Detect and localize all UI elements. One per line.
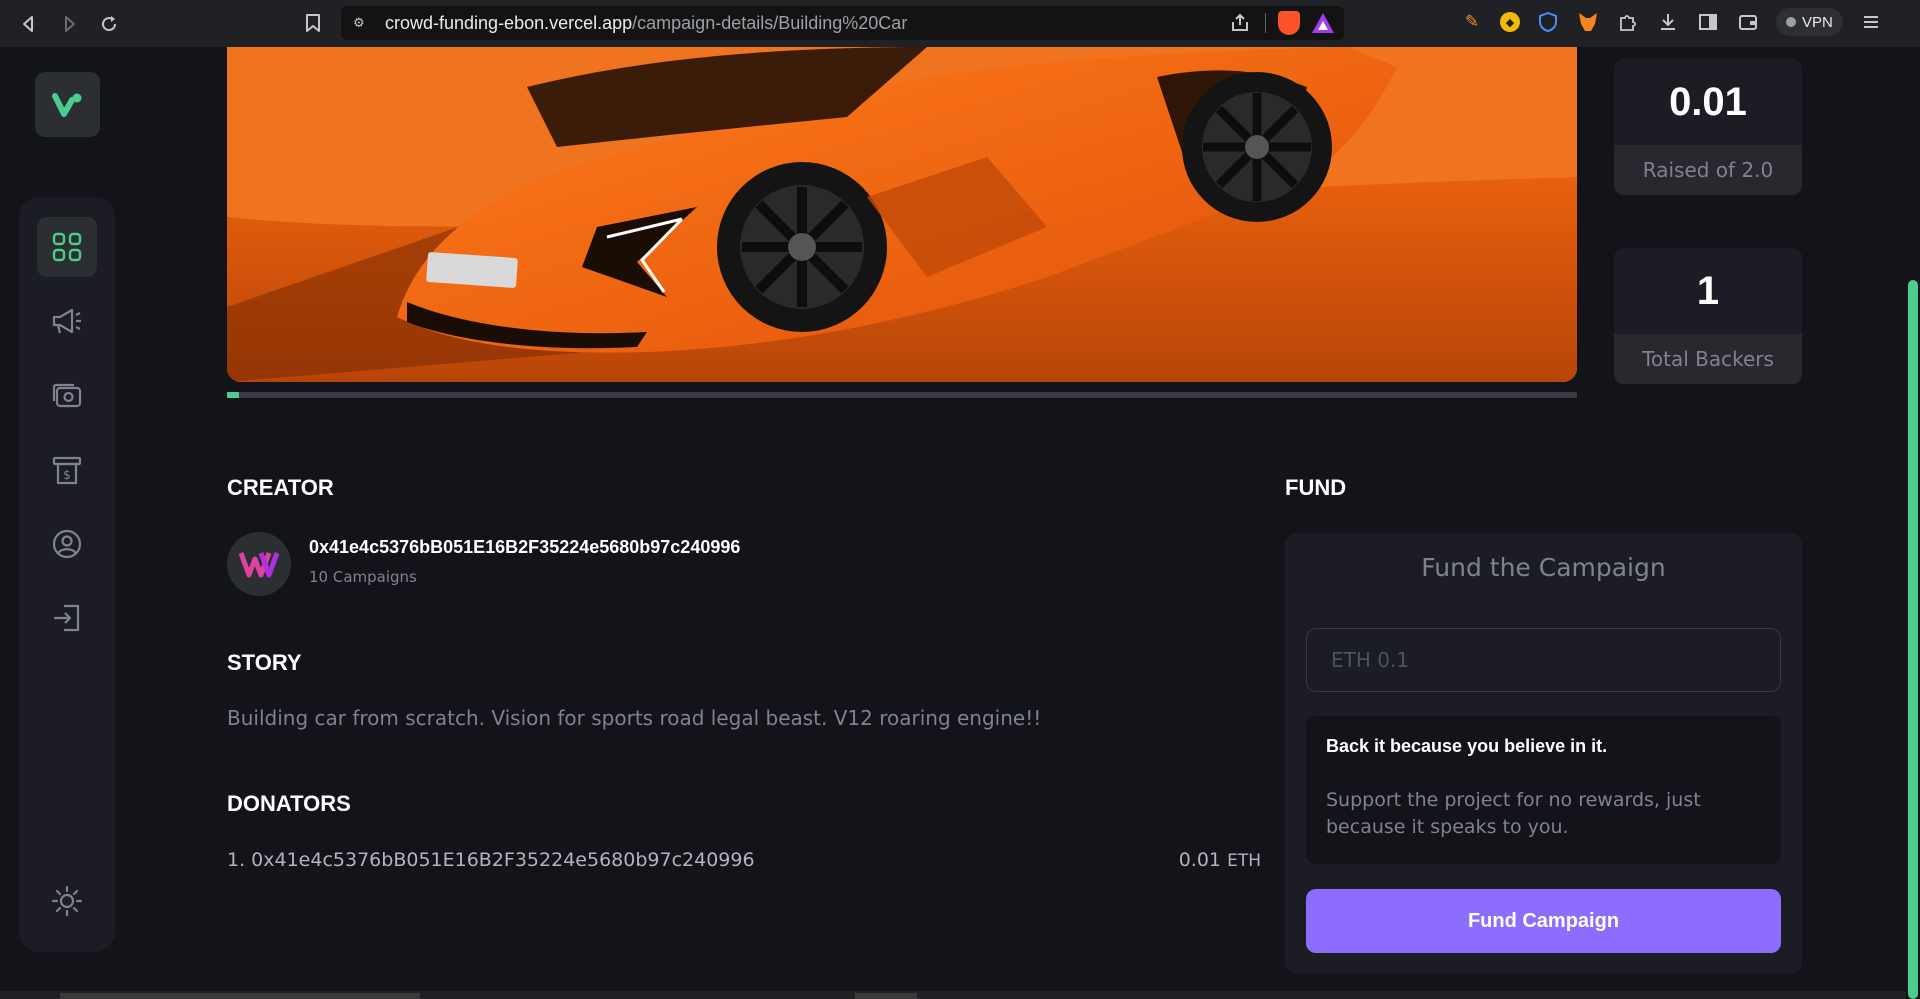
raised-stat-card: 0.01 Raised of 2.0 xyxy=(1614,59,1802,195)
app-logo[interactable] xyxy=(35,72,100,137)
megaphone-icon xyxy=(52,308,81,334)
logo-icon xyxy=(51,92,81,117)
brave-shields-icon[interactable] xyxy=(1278,11,1300,35)
metamask-icon[interactable] xyxy=(1576,10,1600,34)
binance-wallet-icon[interactable]: ◆ xyxy=(1500,12,1520,32)
funding-progress-fill xyxy=(227,392,240,398)
backers-value: 1 xyxy=(1696,268,1720,313)
fund-panel: Fund the Campaign Back it because you be… xyxy=(1285,533,1802,973)
donator-row: 1. 0x41e4c5376bB051E16B2F35224e5680b97c2… xyxy=(227,849,1261,871)
sidebar-item-dashboard[interactable] xyxy=(37,217,97,277)
raised-label: Raised of 2.0 xyxy=(1614,145,1802,195)
pen-extension-icon[interactable]: ✎ xyxy=(1460,10,1484,34)
dashboard-icon xyxy=(52,232,82,262)
share-icon[interactable] xyxy=(1227,10,1253,36)
shield-extension-icon[interactable] xyxy=(1536,10,1560,34)
donator-address: 1. 0x41e4c5376bB051E16B2F35224e5680b97c2… xyxy=(227,849,755,871)
horizontal-scrollbar[interactable] xyxy=(0,991,1906,999)
believe-box: Back it because you believe in it. Suppo… xyxy=(1306,716,1781,864)
sidebar-item-logout[interactable] xyxy=(37,588,97,648)
sidebar-item-payment[interactable] xyxy=(37,366,97,426)
extensions-bar: ✎ ◆ VPN xyxy=(1460,8,1883,36)
donator-amount-value: 0.01 xyxy=(1178,849,1222,871)
theme-toggle[interactable] xyxy=(37,871,97,931)
vpn-status-icon xyxy=(1786,17,1796,27)
campaign-image xyxy=(227,47,1577,382)
creator-address: 0x41e4c5376bB051E16B2F35224e5680b97c2409… xyxy=(309,537,741,557)
raised-value: 0.01 xyxy=(1669,79,1747,124)
profile-icon xyxy=(52,529,82,559)
forward-icon[interactable] xyxy=(56,11,82,37)
withdraw-icon: $ xyxy=(52,456,82,485)
creator-avatar xyxy=(227,532,291,596)
sidebar: $ xyxy=(19,197,115,952)
payment-icon xyxy=(52,383,82,408)
menu-icon[interactable] xyxy=(1859,10,1883,34)
vertical-scrollbar[interactable] xyxy=(1906,47,1920,999)
sidebar-item-profile[interactable] xyxy=(37,514,97,574)
wallet-icon[interactable] xyxy=(1736,10,1760,34)
story-text: Building car from scratch. Vision for sp… xyxy=(227,706,1042,730)
donator-amount-unit: ETH xyxy=(1227,851,1261,871)
browser-toolbar: ⚙ crowd-funding-ebon.vercel.app/campaign… xyxy=(0,0,1920,47)
fund-title: FUND xyxy=(1285,475,1347,500)
donators-title: DONATORS xyxy=(227,791,351,816)
url-text: crowd-funding-ebon.vercel.app/campaign-d… xyxy=(385,12,908,33)
creator-logo-icon xyxy=(239,552,279,578)
horizontal-scrollbar-marker xyxy=(855,993,917,999)
sports-car-illustration xyxy=(227,47,1577,382)
vpn-label: VPN xyxy=(1802,13,1833,31)
believe-text: Support the project for no rewards, just… xyxy=(1326,789,1701,838)
fund-campaign-button[interactable]: Fund Campaign xyxy=(1306,889,1781,953)
funding-progress-bar xyxy=(227,392,1577,398)
download-icon[interactable] xyxy=(1656,10,1680,34)
sun-icon xyxy=(51,885,83,917)
toolbar-divider xyxy=(1265,13,1266,33)
fund-heading: Fund the Campaign xyxy=(1421,553,1666,582)
site-settings-icon[interactable]: ⚙ xyxy=(353,16,375,31)
vpn-button[interactable]: VPN xyxy=(1776,8,1843,36)
sidebar-item-campaign[interactable] xyxy=(37,291,97,351)
bookmark-icon[interactable] xyxy=(300,10,326,36)
backers-label: Total Backers xyxy=(1614,334,1802,384)
donator-amount: 0.01 ETH xyxy=(1179,849,1261,871)
vertical-scrollbar-thumb[interactable] xyxy=(1908,280,1918,999)
puzzle-extensions-icon[interactable] xyxy=(1616,10,1640,34)
brave-rewards-icon[interactable] xyxy=(1312,13,1334,33)
logout-icon xyxy=(54,604,80,632)
horizontal-scrollbar-thumb[interactable] xyxy=(60,993,420,999)
creator-campaign-count: 10 Campaigns xyxy=(309,568,417,586)
address-bar[interactable]: ⚙ crowd-funding-ebon.vercel.app/campaign… xyxy=(341,6,1344,40)
sidebar-item-withdraw[interactable]: $ xyxy=(37,440,97,500)
story-title: STORY xyxy=(227,650,302,675)
back-icon[interactable] xyxy=(16,11,42,37)
fund-amount-input[interactable] xyxy=(1306,628,1781,692)
backers-stat-card: 1 Total Backers xyxy=(1614,248,1802,384)
believe-title: Back it because you believe in it. xyxy=(1326,736,1608,756)
svg-text:$: $ xyxy=(63,468,71,482)
reload-icon[interactable] xyxy=(96,11,122,37)
creator-title: CREATOR xyxy=(227,475,334,500)
sidebar-toggle-icon[interactable] xyxy=(1696,10,1720,34)
